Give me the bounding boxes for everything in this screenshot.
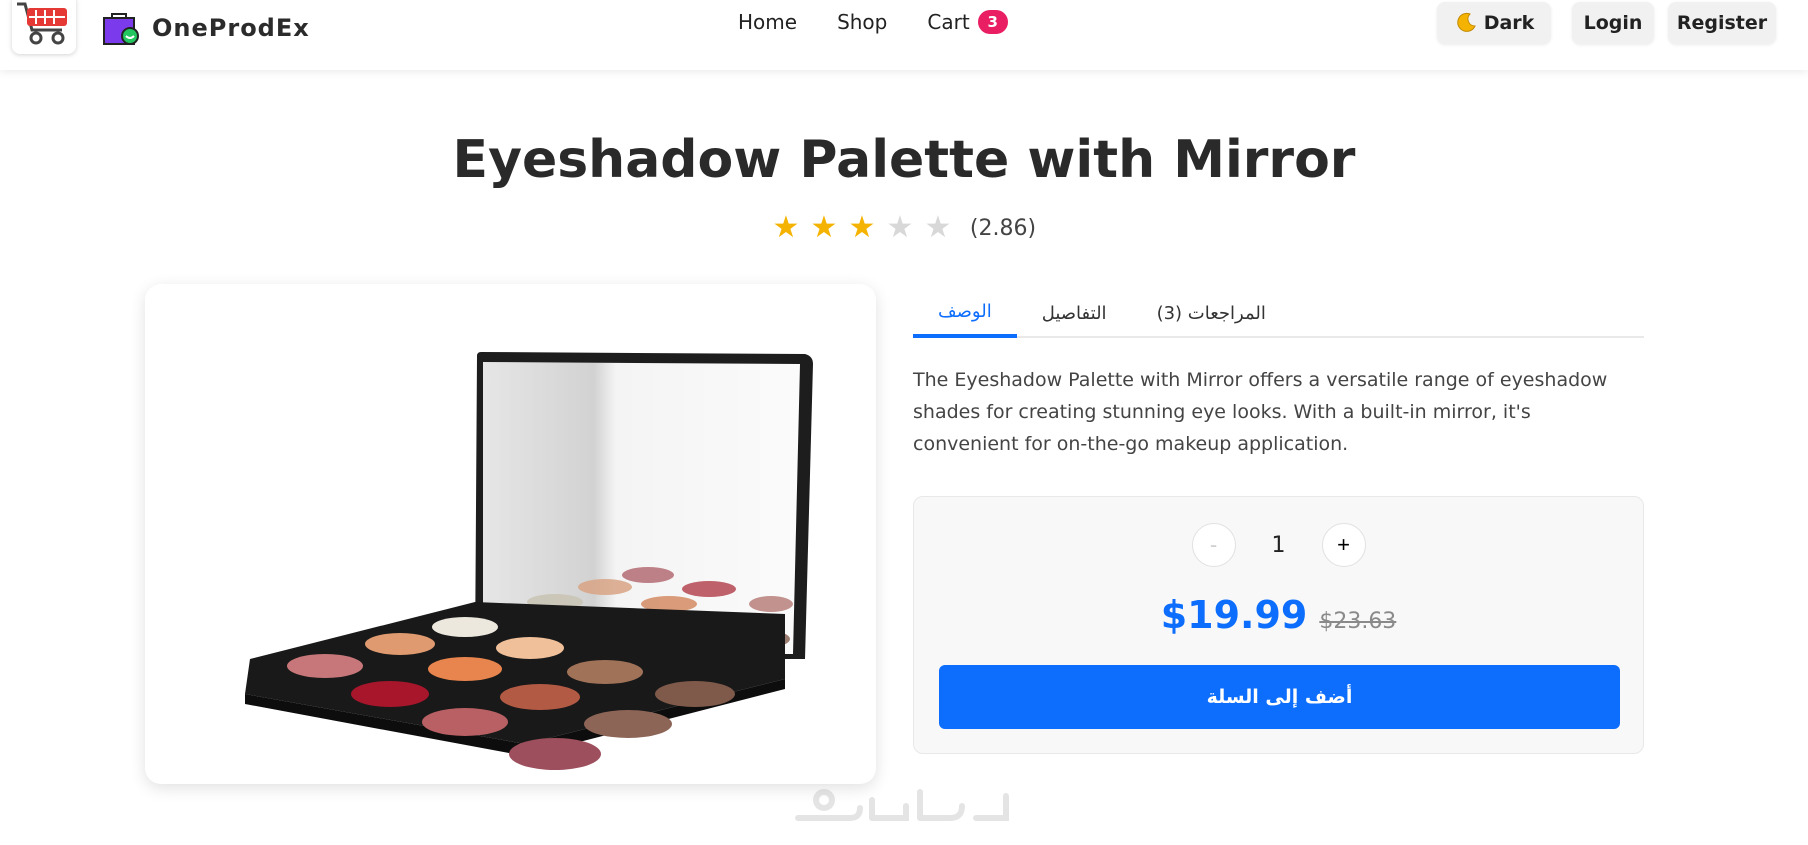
cart-count-badge: 3 bbox=[977, 10, 1008, 34]
star-icon: ★ bbox=[772, 210, 800, 245]
product-image-card bbox=[145, 284, 876, 784]
theme-toggle-button[interactable]: Dark bbox=[1437, 2, 1551, 44]
purchase-panel: - 1 + $19.99 $23.63 أضف إلى السلة bbox=[913, 496, 1644, 754]
product-image bbox=[245, 352, 813, 770]
price-row: $19.99 $23.63 bbox=[914, 593, 1643, 637]
quantity-value: 1 bbox=[1271, 532, 1286, 558]
product-rating: ★ ★ ★ ★ ★ (2.86) bbox=[0, 210, 1808, 246]
star-icon: ★ bbox=[886, 210, 914, 245]
star-icon: ★ bbox=[848, 210, 876, 245]
current-price: $19.99 bbox=[1160, 593, 1308, 637]
tab-reviews[interactable]: المراجعات (3) bbox=[1132, 288, 1291, 338]
original-price: $23.63 bbox=[1319, 609, 1397, 634]
tab-description[interactable]: الوصف bbox=[913, 288, 1017, 338]
nav-cart-link[interactable]: Cart 3 bbox=[927, 10, 1008, 34]
star-icon: ★ bbox=[810, 210, 838, 245]
product-description: The Eyeshadow Palette with Mirror offers… bbox=[913, 369, 1608, 455]
nav-cart-label: Cart bbox=[927, 10, 970, 34]
product-title: Eyeshadow Palette with Mirror bbox=[452, 130, 1356, 190]
nav-links: Home Shop Cart 3 bbox=[738, 10, 1008, 34]
khamsat-watermark-logo bbox=[795, 789, 1009, 821]
register-button[interactable]: Register bbox=[1668, 2, 1776, 44]
tab-details[interactable]: التفاصيل bbox=[1017, 288, 1132, 338]
star-icon: ★ bbox=[924, 210, 952, 245]
shopping-bag-icon bbox=[103, 13, 139, 45]
decrease-quantity-button[interactable]: - bbox=[1191, 523, 1236, 567]
brand-name: OneProdEx bbox=[152, 14, 310, 42]
moon-icon bbox=[1456, 12, 1476, 32]
quantity-stepper: - 1 + bbox=[914, 523, 1643, 567]
rating-value: (2.86) bbox=[969, 215, 1037, 241]
login-button[interactable]: Login bbox=[1572, 2, 1654, 44]
nav-home-link[interactable]: Home bbox=[738, 10, 797, 34]
theme-toggle-label: Dark bbox=[1483, 12, 1535, 34]
nav-shop-link[interactable]: Shop bbox=[837, 10, 887, 34]
brand[interactable]: OneProdEx bbox=[102, 8, 310, 48]
add-to-cart-button[interactable]: أضف إلى السلة bbox=[939, 665, 1620, 729]
navbar: OneProdEx Home Shop Cart 3 Dark Login Re… bbox=[0, 0, 1808, 70]
increase-quantity-button[interactable]: + bbox=[1321, 523, 1366, 567]
cart-logo[interactable] bbox=[12, 0, 76, 54]
product-tabs: الوصف التفاصيل المراجعات (3) bbox=[913, 288, 1644, 338]
shopping-cart-icon bbox=[17, 2, 67, 45]
